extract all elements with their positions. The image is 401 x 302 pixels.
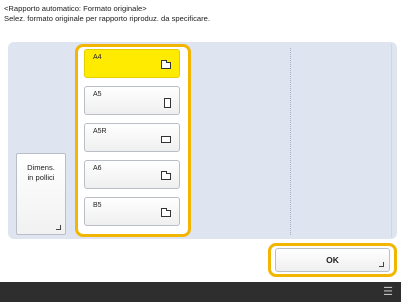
size-button-a6[interactable]: A6 xyxy=(84,160,180,189)
size-label: A6 xyxy=(93,165,102,172)
dialog-instruction: Selez. formato originale per rapporto ri… xyxy=(4,13,210,23)
column-divider xyxy=(290,48,291,235)
size-button-a4[interactable]: A4 xyxy=(84,49,180,78)
dialog-title: <Rapporto automatico: Formato originale> xyxy=(4,4,147,13)
size-button-a5[interactable]: A5 xyxy=(84,86,180,115)
inch-sizes-button[interactable]: Dimens. in pollici xyxy=(16,153,66,235)
dialog-header: <Rapporto automatico: Formato originale>… xyxy=(4,4,397,23)
menu-icon[interactable]: ☰ xyxy=(383,285,393,299)
ok-label: OK xyxy=(326,255,339,265)
status-bar: ☰ xyxy=(0,282,401,302)
size-label: A5R xyxy=(93,128,107,135)
ok-button[interactable]: OK xyxy=(275,248,390,272)
size-button-b5[interactable]: B5 xyxy=(84,197,180,226)
portrait-orientation-icon xyxy=(164,98,171,108)
expand-corner-icon xyxy=(56,225,61,230)
size-label: A5 xyxy=(93,91,102,98)
list-empty-area xyxy=(195,44,392,237)
landscape-orientation-icon xyxy=(161,208,171,217)
size-button-a5r[interactable]: A5R xyxy=(84,123,180,152)
landscape-orientation-icon xyxy=(161,136,171,143)
inch-sizes-label-line1: Dimens. xyxy=(27,163,55,172)
size-label: A4 xyxy=(93,54,102,61)
size-label: B5 xyxy=(93,202,102,209)
expand-corner-icon xyxy=(379,262,384,267)
landscape-orientation-icon xyxy=(161,171,171,180)
inch-sizes-label-line2: in pollici xyxy=(27,173,55,182)
landscape-orientation-icon xyxy=(161,60,171,69)
